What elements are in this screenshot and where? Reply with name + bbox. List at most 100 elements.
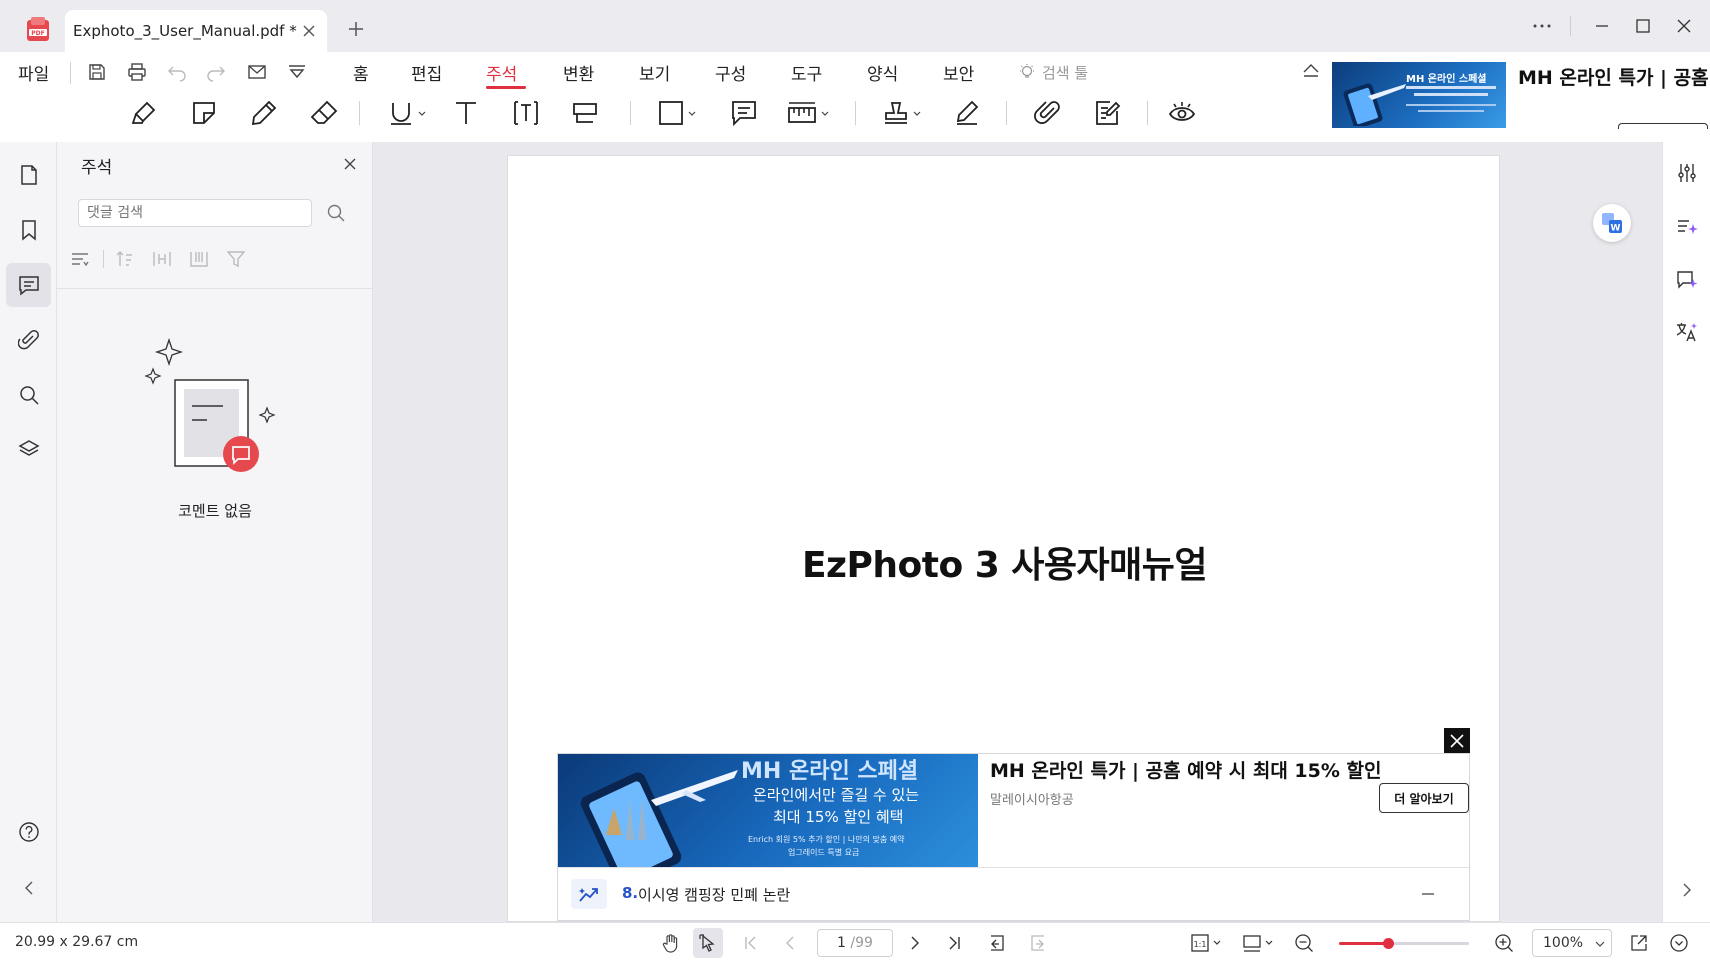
measure-tool-icon[interactable] [784, 96, 836, 130]
callout-tool-icon[interactable] [568, 96, 602, 130]
sort-order-icon[interactable] [112, 246, 138, 272]
collapse-all-icon[interactable] [186, 246, 212, 272]
trending-topic[interactable]: 이시영 캠핑장 민폐 논란 [638, 884, 790, 905]
menu-home[interactable]: 홈 [353, 60, 369, 85]
more-options-icon[interactable] [1530, 14, 1554, 38]
stamp-tool-icon[interactable] [880, 96, 926, 130]
bottom-ad-headline[interactable]: MH 온라인 특가 | 공홈 예약 시 최대 15% 할인 [990, 756, 1381, 783]
new-tab-icon[interactable] [345, 18, 367, 40]
first-page-icon[interactable] [738, 930, 764, 956]
top-ad-button-edge[interactable] [1618, 123, 1708, 129]
menu-form[interactable]: 양식 [867, 60, 898, 85]
pencil-tool-icon[interactable] [247, 96, 281, 130]
layers-icon[interactable] [14, 434, 44, 464]
bottom-advertisement[interactable]: MH 온라인 스페셜 온라인에서만 즐길 수 있는 최대 15% 할인 혜택 E… [557, 753, 1471, 921]
close-window-icon[interactable] [1672, 14, 1696, 38]
text-tool-icon[interactable] [449, 96, 483, 130]
close-ad-icon[interactable] [1444, 728, 1470, 754]
mail-icon[interactable] [245, 60, 269, 84]
sticky-note-tool-icon[interactable] [187, 96, 221, 130]
menu-annotation[interactable]: 주석 [486, 60, 517, 85]
ai-summary-icon[interactable] [1672, 212, 1702, 242]
top-advertisement[interactable]: MH 온라인 스페셜 MH 온라인 특가 | 공홈 예약 시 최대 15% … [1332, 62, 1710, 129]
go-forward-view-icon[interactable] [1027, 930, 1053, 956]
underline-tool-icon[interactable] [385, 96, 431, 130]
redo-icon[interactable] [204, 60, 228, 84]
previous-page-icon[interactable] [777, 930, 803, 956]
expand-all-icon[interactable] [149, 246, 175, 272]
menu-security[interactable]: 보안 [943, 60, 974, 85]
eraser-tool-icon[interactable] [307, 96, 341, 130]
title-divider [1570, 16, 1571, 36]
menu-edit[interactable]: 편집 [411, 60, 442, 85]
highlight-tool-icon[interactable] [127, 96, 161, 130]
collapse-ribbon-icon[interactable] [1299, 58, 1323, 82]
menu-view[interactable]: 보기 [639, 60, 670, 85]
learn-more-button[interactable]: 더 알아보기 [1379, 783, 1469, 813]
document-tab[interactable]: Exphoto_3_User_Manual.pdf * [65, 10, 327, 52]
svg-text:PDF: PDF [31, 30, 44, 37]
open-external-icon[interactable] [1626, 930, 1652, 956]
comment-search-input[interactable] [78, 199, 312, 227]
page-number-field[interactable]: 1 /99 [817, 929, 893, 957]
select-tool-icon[interactable] [695, 930, 721, 956]
properties-sliders-icon[interactable] [1672, 158, 1702, 188]
no-comments-text: 코멘트 없음 [178, 502, 252, 520]
minimize-icon[interactable] [1590, 14, 1614, 38]
rectangle-tool-icon[interactable] [655, 96, 701, 130]
search-tools[interactable]: 검색 툴 [1042, 62, 1088, 83]
zoom-in-icon[interactable] [1491, 930, 1517, 956]
last-page-icon[interactable] [941, 930, 967, 956]
collapse-left-panel-icon[interactable] [14, 873, 44, 903]
menu-tools[interactable]: 도구 [791, 60, 822, 85]
ai-chat-icon[interactable] [1672, 265, 1702, 295]
menu-file[interactable]: 파일 [18, 60, 49, 85]
top-ad-image[interactable]: MH 온라인 스페셜 [1332, 62, 1506, 128]
search-icon[interactable] [14, 380, 44, 410]
filter-icon[interactable] [223, 246, 249, 272]
expand-right-panel-icon[interactable] [1672, 875, 1702, 905]
quick-access-dropdown-icon[interactable] [285, 60, 309, 84]
help-icon[interactable] [14, 817, 44, 847]
maximize-icon[interactable] [1631, 14, 1655, 38]
save-icon[interactable] [85, 60, 109, 84]
menu-organize[interactable]: 구성 [715, 60, 746, 85]
translate-word-icon[interactable]: W [1593, 204, 1631, 242]
attachments-icon[interactable] [14, 325, 44, 355]
text-box-tool-icon[interactable] [509, 96, 543, 130]
undo-icon[interactable] [165, 60, 189, 84]
go-back-view-icon[interactable] [982, 930, 1008, 956]
menu-convert[interactable]: 변환 [563, 60, 594, 85]
zoom-level-select[interactable]: 100% [1532, 929, 1612, 957]
bottom-ad-image-line4: 업그레이드 특별 요금 [788, 848, 860, 857]
bookmark-icon[interactable] [14, 215, 44, 245]
sort-list-icon[interactable] [67, 246, 93, 272]
collapse-trend-icon[interactable] [1418, 884, 1438, 904]
form-edit-tool-icon[interactable] [1091, 96, 1125, 130]
next-page-icon[interactable] [902, 930, 928, 956]
comment-tool-icon[interactable] [727, 96, 761, 130]
hide-annotations-icon[interactable] [1165, 96, 1199, 130]
actual-size-icon[interactable]: 1:1 [1188, 930, 1226, 956]
more-status-icon[interactable] [1666, 930, 1692, 956]
zoom-slider[interactable] [1339, 938, 1469, 949]
panel-divider [57, 288, 373, 289]
app-logo-icon: PDF [24, 15, 52, 43]
comments-panel-icon[interactable] [14, 270, 44, 300]
top-ad-headline[interactable]: MH 온라인 특가 | 공홈 예약 시 최대 15% … [1518, 64, 1708, 93]
print-icon[interactable] [125, 60, 149, 84]
zoom-slider-handle[interactable] [1383, 938, 1394, 949]
page-thumbnails-icon[interactable] [14, 160, 44, 190]
top-ad-image-line [1418, 110, 1484, 112]
top-ad-image-line [1406, 86, 1496, 89]
attachment-tool-icon[interactable] [1031, 96, 1065, 130]
page-layout-icon[interactable] [1240, 930, 1278, 956]
search-icon[interactable] [323, 200, 349, 226]
signature-tool-icon[interactable] [950, 96, 984, 130]
bottom-ad-image[interactable]: MH 온라인 스페셜 온라인에서만 즐길 수 있는 최대 15% 할인 혜택 E… [558, 754, 978, 867]
zoom-out-icon[interactable] [1291, 930, 1317, 956]
ai-translate-icon[interactable] [1672, 317, 1702, 347]
close-tab-icon[interactable] [299, 21, 319, 41]
close-panel-icon[interactable] [340, 154, 360, 174]
hand-tool-icon[interactable] [658, 930, 684, 956]
